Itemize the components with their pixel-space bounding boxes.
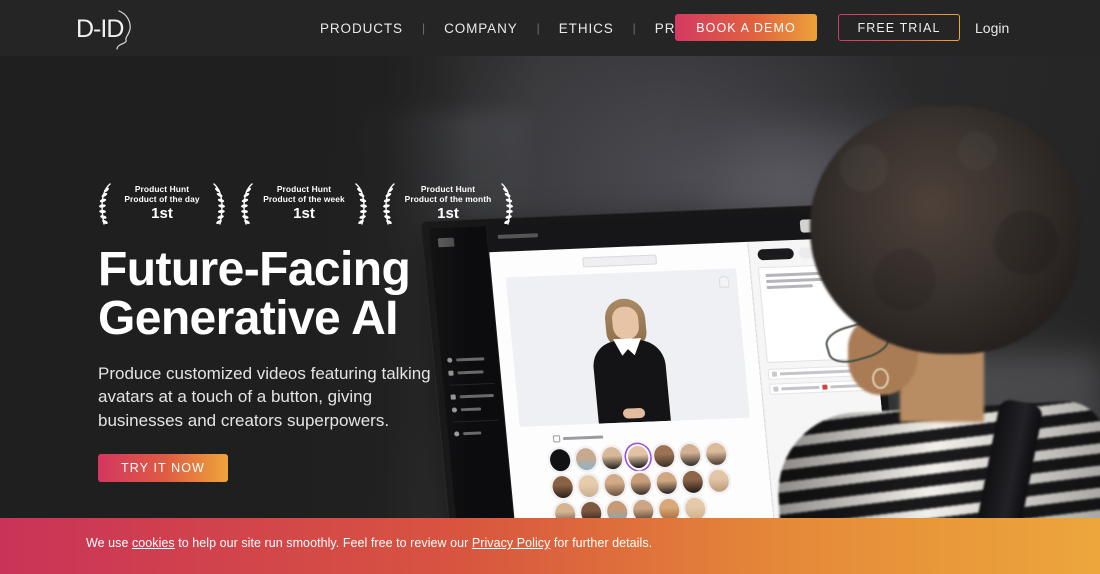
pick-presenter-label (552, 434, 604, 443)
presenter-icon (552, 435, 561, 443)
laurel-right-icon (355, 183, 367, 225)
landing-page: D-ID PRODUCTS | COMPANY | ETHICS | PRICI… (0, 0, 1100, 574)
cookie-consent-banner: We use cookies to help our site run smoo… (0, 518, 1100, 574)
avatar-thumbnail[interactable] (632, 499, 655, 518)
avatar-thumbnail[interactable] (577, 474, 600, 498)
selected-avatar-preview (583, 289, 673, 424)
avatar-thumbnail[interactable] (705, 442, 728, 466)
headline-line-1: Future-Facing (98, 243, 411, 296)
tab-type-script[interactable] (757, 247, 795, 261)
cookies-link[interactable]: cookies (132, 536, 175, 550)
avatar-thumbnail[interactable] (679, 443, 702, 467)
person-hair (810, 106, 1080, 354)
cookie-text-before: We use (86, 536, 132, 550)
laurel-right-icon (213, 183, 225, 225)
studio-canvas (489, 241, 777, 518)
avatar-thumbnail[interactable] (653, 444, 676, 468)
nav-link-ethics[interactable]: ETHICS (557, 21, 616, 36)
nav-links: PRODUCTS | COMPANY | ETHICS | PRICING (318, 0, 719, 56)
avatar-thumbnail[interactable] (681, 470, 704, 494)
avatar-stage (505, 268, 750, 427)
add-avatar-button[interactable] (549, 448, 572, 472)
avatar-hands (622, 407, 646, 419)
award-badges: Product Hunt Product of the day 1st Prod… (98, 180, 528, 228)
avatar-thumbnail[interactable] (684, 497, 707, 518)
headline-line-2: Generative AI (98, 291, 398, 345)
avatar-thumbnail[interactable] (551, 475, 574, 499)
logo-icon: D-ID (76, 10, 131, 50)
creation-mode-select[interactable] (582, 254, 658, 268)
nav-separator: | (536, 21, 540, 35)
badge-product-of-the-day: Product Hunt Product of the day 1st (98, 180, 226, 228)
avatar-thumbnail[interactable] (707, 469, 730, 493)
voice-icon (773, 386, 779, 392)
avatar-thumbnail-selected[interactable] (627, 445, 650, 469)
avatar-thumbnail[interactable] (606, 500, 629, 518)
badge-text: Product Hunt Product of the month 1st (404, 184, 492, 222)
avatar-face (610, 306, 641, 341)
person-photo (774, 106, 1100, 518)
nav-separator: | (421, 21, 426, 35)
nav-separator: | (632, 21, 636, 35)
avatar-thumbnail[interactable] (629, 472, 652, 496)
flag-icon (771, 371, 778, 377)
hero-subheading: Produce customized videos featuring talk… (98, 363, 431, 430)
free-trial-button[interactable]: FREE TRIAL (838, 14, 960, 41)
laurel-left-icon (241, 183, 253, 225)
lightbulb-icon[interactable] (718, 275, 730, 288)
laurel-left-icon (99, 183, 111, 225)
avatar-thumbnail[interactable] (580, 501, 603, 518)
avatar-thumbnail[interactable] (658, 498, 681, 518)
nav-link-company[interactable]: COMPANY (442, 21, 520, 36)
avatar-thumbnail[interactable] (554, 502, 577, 518)
avatar-thumbnail[interactable] (655, 471, 678, 495)
cookie-text-after: for further details. (550, 536, 653, 550)
d-id-logo[interactable]: D-ID (72, 4, 138, 52)
page-title: Future-Facing Generative AI (98, 243, 528, 345)
privacy-policy-link[interactable]: Privacy Policy (472, 536, 551, 550)
laurel-left-icon (383, 183, 395, 225)
badge-product-of-the-month: Product Hunt Product of the month 1st (382, 180, 514, 228)
nav-link-products[interactable]: PRODUCTS (318, 21, 405, 36)
top-navbar: D-ID PRODUCTS | COMPANY | ETHICS | PRICI… (0, 0, 1100, 56)
badge-text: Product Hunt Product of the week 1st (263, 184, 345, 222)
avatar-thumbnail[interactable] (601, 446, 624, 470)
hero-section: Product Hunt Product of the day 1st Prod… (0, 56, 1100, 518)
earring (872, 368, 889, 389)
svg-text:D-ID: D-ID (76, 15, 123, 43)
avatar-thumbnail[interactable] (603, 473, 626, 497)
laurel-right-icon (501, 183, 513, 225)
login-link[interactable]: Login (975, 0, 1009, 56)
cookie-text-middle: to help our site run smoothly. Feel free… (174, 536, 472, 550)
book-a-demo-button[interactable]: BOOK A DEMO (675, 14, 817, 41)
cookie-message: We use cookies to help our site run smoo… (86, 536, 652, 550)
badge-text: Product Hunt Product of the day 1st (124, 184, 200, 222)
badge-product-of-the-week: Product Hunt Product of the week 1st (240, 180, 368, 228)
avatar-grid (549, 442, 732, 518)
hero-content: Product Hunt Product of the day 1st Prod… (98, 180, 528, 483)
avatar-thumbnail[interactable] (575, 447, 598, 471)
try-it-now-button[interactable]: TRY IT NOW (98, 454, 228, 483)
